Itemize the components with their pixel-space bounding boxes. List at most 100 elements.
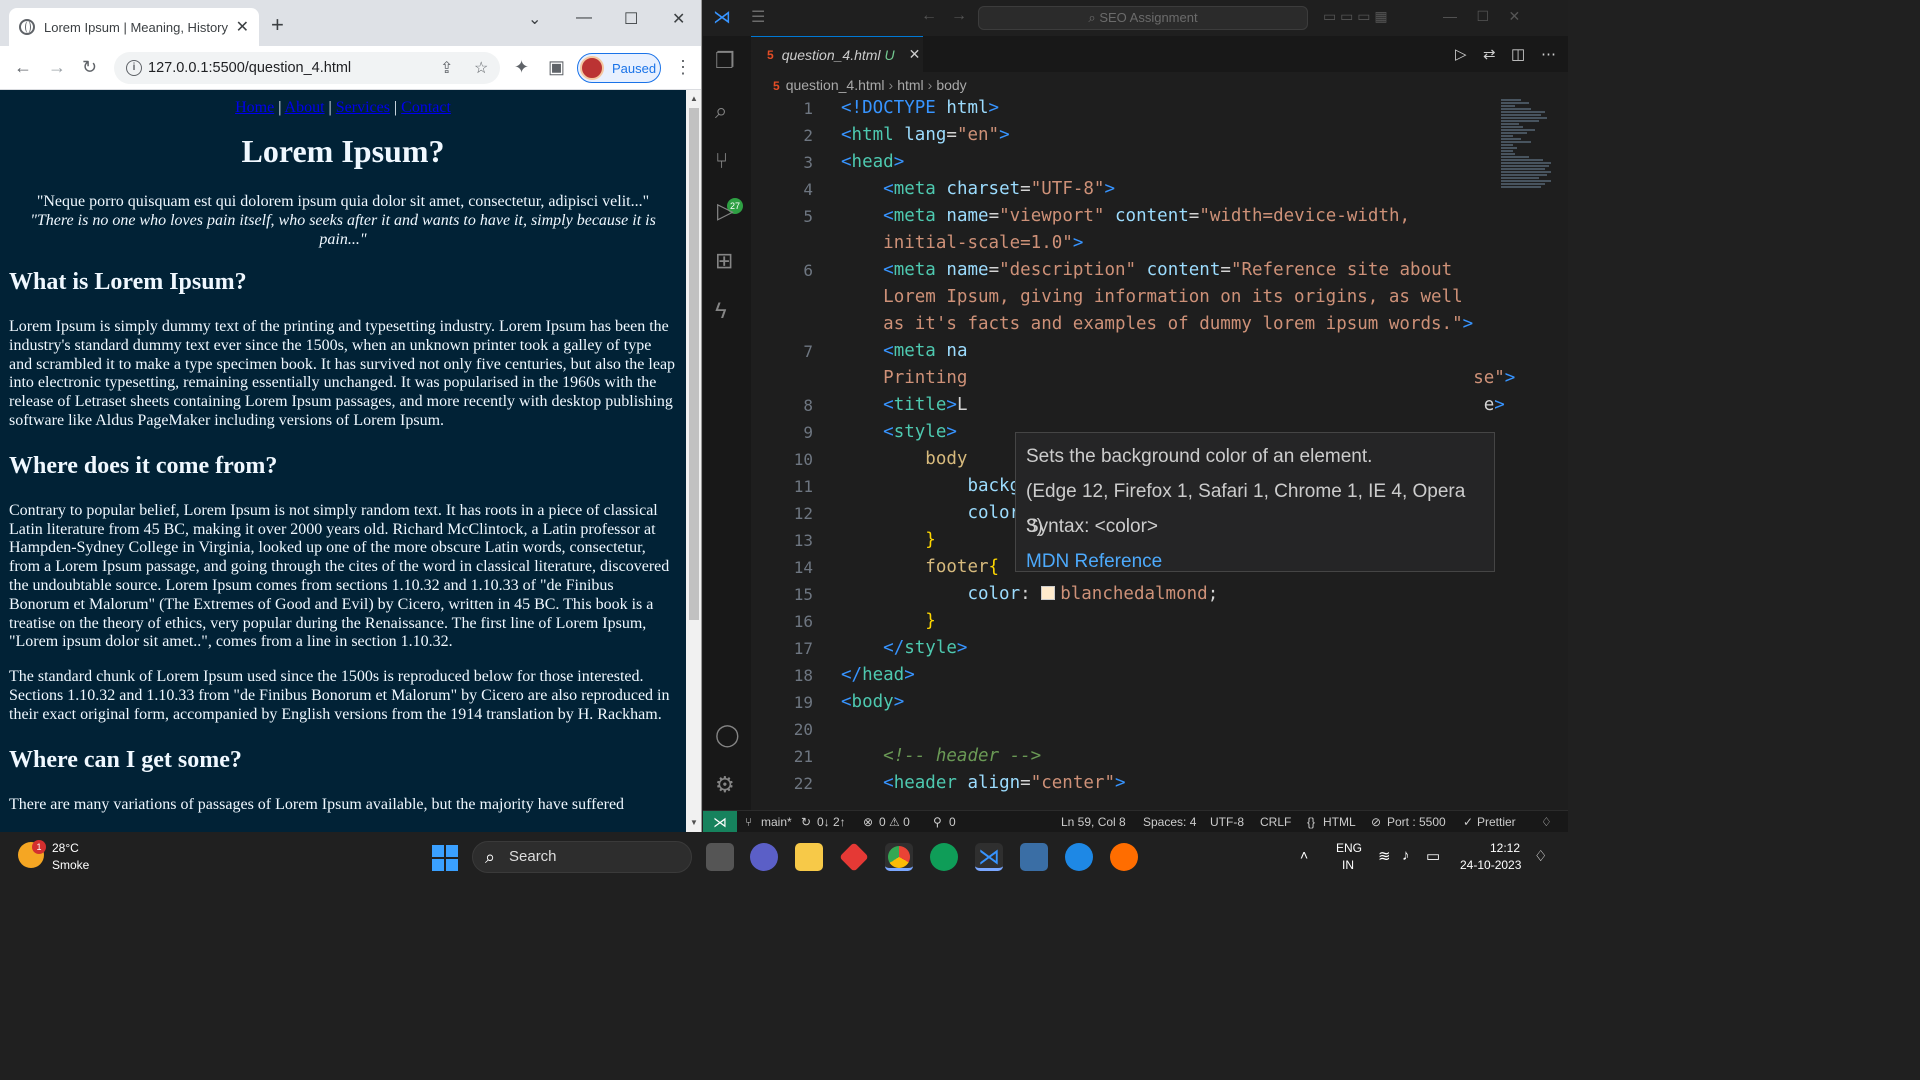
back-icon[interactable]: ←	[14, 56, 32, 78]
store-icon[interactable]	[1020, 843, 1048, 871]
forward-icon[interactable]: →	[951, 7, 967, 25]
editor-tab[interactable]: 5 question_4.html U ✕	[751, 36, 923, 72]
vscode-logo-icon: ⋊	[713, 7, 731, 27]
search-icon[interactable]: ⌕	[715, 98, 727, 124]
menu-icon[interactable]: ⋮	[674, 56, 692, 78]
paragraph-where-2: The standard chunk of Lorem Ipsum used s…	[9, 668, 670, 723]
bookmark-star-icon[interactable]: ☆	[474, 58, 488, 78]
edge-icon[interactable]	[930, 843, 958, 871]
account-icon[interactable]: ◯	[715, 722, 740, 748]
python-icon[interactable]	[1065, 843, 1093, 871]
prettier-status[interactable]: Prettier	[1477, 811, 1516, 832]
color-swatch[interactable]	[1041, 586, 1056, 600]
more-actions-icon[interactable]: ⋯	[1541, 45, 1556, 63]
minimize-button[interactable]: —	[576, 9, 592, 27]
line-number: 20	[793, 720, 813, 739]
close-editor-icon[interactable]: ✕	[909, 46, 921, 63]
vscode-taskbar-icon[interactable]: ⋊	[975, 843, 1003, 871]
file-explorer-icon[interactable]	[795, 843, 823, 871]
menu-icon[interactable]: ☰	[751, 7, 765, 27]
taskbar-search[interactable]: Search	[472, 841, 692, 873]
notification-bell-icon[interactable]: ♢	[1534, 847, 1547, 865]
chevron-right-icon: ›	[888, 77, 894, 93]
profile-button[interactable]: Paused	[577, 53, 661, 83]
window-controls[interactable]: — ☐ ✕	[1443, 8, 1520, 25]
run-debug-icon[interactable]: ▷	[717, 198, 734, 224]
back-icon[interactable]: ←	[921, 7, 937, 25]
language-mode[interactable]: HTML	[1323, 811, 1356, 832]
side-panel-icon[interactable]: ▣	[548, 56, 565, 78]
split-editor-icon[interactable]: ◫	[1511, 45, 1525, 63]
firefox-icon[interactable]	[1110, 843, 1138, 871]
site-info-icon[interactable]: i	[126, 60, 142, 76]
battery-icon[interactable]: ▭	[1426, 847, 1440, 865]
weather-temp[interactable]: 28°C	[52, 841, 79, 855]
clock-time[interactable]: 12:12	[1490, 841, 1520, 855]
nav-link-contact[interactable]: Contact	[401, 99, 451, 116]
indentation[interactable]: Spaces: 4	[1143, 811, 1196, 832]
scroll-thumb[interactable]	[689, 108, 699, 620]
share-icon[interactable]: ⇪	[440, 58, 453, 78]
chat-icon[interactable]	[750, 843, 778, 871]
forward-icon[interactable]: →	[48, 56, 66, 78]
nav-link-services[interactable]: Services	[336, 99, 390, 116]
close-window-button[interactable]: ✕	[672, 9, 685, 29]
language-code[interactable]: ENG	[1336, 841, 1362, 855]
app-red-icon[interactable]	[839, 842, 869, 872]
extensions-icon[interactable]: ⊞	[715, 248, 733, 274]
source-control-icon[interactable]: ⑂	[715, 148, 728, 174]
breadcrumb-body[interactable]: body	[936, 77, 966, 93]
nav-link-home[interactable]: Home	[235, 99, 274, 116]
mdn-reference-link[interactable]: MDN Reference	[1026, 544, 1484, 579]
task-view-icon[interactable]	[706, 843, 734, 871]
cursor-position[interactable]: Ln 59, Col 8	[1061, 811, 1126, 832]
settings-gear-icon[interactable]: ⚙	[715, 772, 735, 798]
tab-search-icon[interactable]: ⌄	[528, 9, 541, 29]
breadcrumb-html[interactable]: html	[897, 77, 923, 93]
browser-tab[interactable]: Lorem Ipsum | Meaning, History ✕	[9, 8, 259, 46]
region-code[interactable]: IN	[1342, 858, 1354, 872]
code-editor[interactable]: 1 2 3 4 5 6 7 8 9 10 11 12 13 14 15 16 1…	[751, 98, 1516, 810]
branch-name[interactable]: main*	[761, 811, 792, 832]
maximize-button[interactable]: ☐	[624, 9, 638, 29]
live-server-port[interactable]: Port : 5500	[1387, 811, 1446, 832]
sync-status[interactable]: 0↓ 2↑	[817, 811, 846, 832]
weather-desc[interactable]: Smoke	[52, 858, 89, 872]
problems-count[interactable]: 0 ⚠ 0	[879, 811, 910, 832]
page-scrollbar[interactable]: ▲ ▼	[686, 90, 701, 832]
minimap[interactable]	[1501, 98, 1557, 298]
line-number: 1	[803, 99, 813, 118]
lightning-icon[interactable]: ϟ	[715, 298, 727, 324]
explorer-icon[interactable]: ❐	[715, 48, 735, 74]
extensions-icon[interactable]: ✦	[514, 56, 529, 78]
scroll-down-icon[interactable]: ▼	[690, 818, 698, 827]
close-tab-icon[interactable]: ✕	[236, 17, 249, 37]
layout-icons[interactable]: ▭ ▭ ▭ ▦	[1323, 8, 1388, 25]
encoding[interactable]: UTF-8	[1210, 811, 1244, 832]
line-ending[interactable]: CRLF	[1260, 811, 1291, 832]
ports-icon[interactable]: ⚲	[933, 811, 942, 832]
breadcrumb-file[interactable]: question_4.html	[786, 77, 885, 93]
compare-icon[interactable]: ⇄	[1483, 45, 1496, 63]
branch-icon[interactable]: ⑂	[745, 811, 752, 832]
ports-count[interactable]: 0	[949, 811, 956, 832]
reload-icon[interactable]: ↻	[82, 56, 97, 78]
scroll-up-icon[interactable]: ▲	[690, 94, 698, 103]
run-icon[interactable]: ▷	[1455, 45, 1467, 63]
sync-icon[interactable]: ↻	[801, 811, 811, 832]
chrome-taskbar-icon[interactable]	[885, 843, 913, 871]
notifications-bell-icon[interactable]: ♢	[1541, 811, 1552, 832]
nav-link-about[interactable]: About	[285, 99, 325, 116]
chevron-up-icon[interactable]: ˄	[1300, 847, 1308, 863]
error-icon[interactable]: ⊗	[863, 811, 873, 832]
volume-icon[interactable]: ♪	[1402, 847, 1410, 864]
hover-tooltip: Sets the background color of an element.…	[1015, 432, 1495, 572]
new-tab-button[interactable]: +	[271, 14, 284, 36]
windows-start-icon[interactable]	[432, 845, 458, 871]
line-number: 3	[803, 153, 813, 172]
remote-indicator-icon[interactable]: ⋊	[703, 811, 737, 832]
address-bar[interactable]: i 127.0.0.1:5500/question_4.html ⇪ ☆	[114, 52, 500, 84]
command-center[interactable]: ⌕ SEO Assignment	[978, 6, 1308, 30]
clock-date[interactable]: 24-10-2023	[1460, 858, 1521, 872]
wifi-icon[interactable]: ≋	[1378, 847, 1391, 865]
